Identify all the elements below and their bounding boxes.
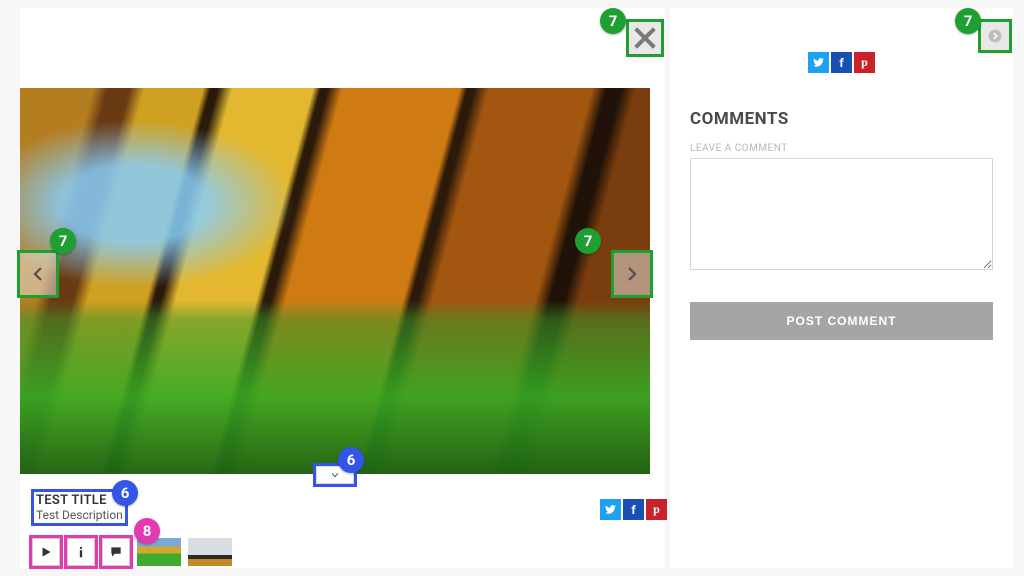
facebook-icon: f: [839, 56, 843, 70]
gallery-toolbar: [32, 538, 232, 566]
close-button[interactable]: [629, 22, 661, 54]
facebook-share-button[interactable]: f: [623, 499, 644, 520]
twitter-icon: [604, 503, 617, 516]
comment-textarea[interactable]: [690, 158, 993, 270]
arrow-right-circle-icon: [988, 29, 1002, 43]
comments-button[interactable]: [102, 538, 130, 566]
thumbnail-1[interactable]: [137, 538, 181, 566]
facebook-icon: f: [631, 503, 635, 517]
pinterest-icon: p: [653, 502, 660, 517]
chevron-left-icon: [29, 265, 47, 283]
image-info-block: TEST TITLE Test Description: [34, 492, 125, 523]
pinterest-icon: p: [861, 55, 868, 70]
close-icon: [629, 22, 661, 54]
info-icon: [74, 545, 88, 559]
image-share-row: f p: [600, 499, 667, 520]
comments-heading: COMMENTS: [690, 109, 993, 129]
prev-button[interactable]: [20, 253, 56, 295]
speech-bubble-icon: [109, 545, 123, 559]
post-comment-button[interactable]: POST COMMENT: [690, 302, 993, 340]
sidebar-share-row: f p: [690, 52, 993, 73]
gallery-stage: TEST TITLE Test Description f p: [20, 8, 665, 568]
image-description: Test Description: [36, 508, 123, 522]
chevron-right-icon: [623, 265, 641, 283]
next-button[interactable]: [614, 253, 650, 295]
collapse-sidebar-button[interactable]: [981, 22, 1009, 50]
twitter-share-button[interactable]: [600, 499, 621, 520]
info-button[interactable]: [67, 538, 95, 566]
twitter-icon: [812, 56, 825, 69]
toggle-thumbnails-button[interactable]: [316, 466, 354, 484]
thumbnail-2[interactable]: [188, 538, 232, 566]
main-image: [20, 88, 650, 474]
chevron-down-icon: [329, 470, 341, 480]
pinterest-share-button-top[interactable]: p: [854, 52, 875, 73]
twitter-share-button-top[interactable]: [808, 52, 829, 73]
play-slideshow-button[interactable]: [32, 538, 60, 566]
play-icon: [39, 545, 53, 559]
comments-sidebar: f p COMMENTS LEAVE A COMMENT POST COMMEN…: [670, 8, 1013, 568]
image-title: TEST TITLE: [36, 493, 123, 508]
facebook-share-button-top[interactable]: f: [831, 52, 852, 73]
leave-comment-label: LEAVE A COMMENT: [690, 143, 993, 154]
pinterest-share-button[interactable]: p: [646, 499, 667, 520]
